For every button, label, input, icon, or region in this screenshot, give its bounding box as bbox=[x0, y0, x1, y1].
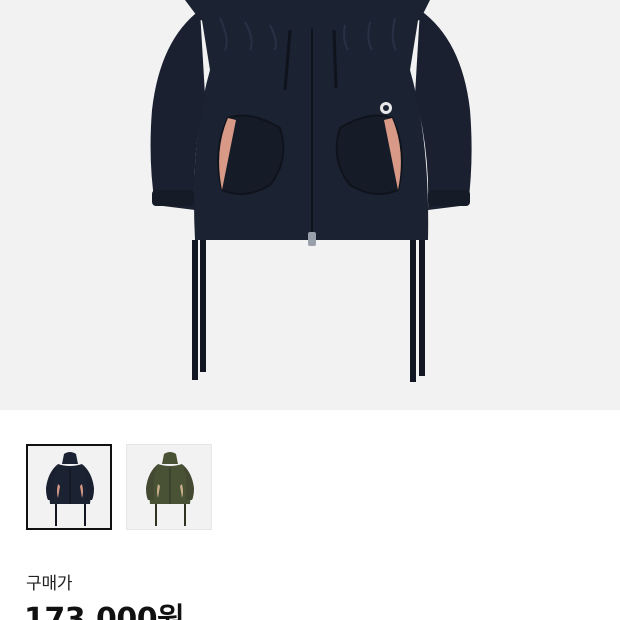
variant-thumbnail-khaki[interactable] bbox=[126, 444, 212, 530]
navy-jacket-thumbnail-icon bbox=[46, 452, 94, 526]
variant-thumbnail-navy[interactable] bbox=[26, 444, 112, 530]
khaki-jacket-thumbnail-icon bbox=[146, 452, 194, 526]
purchase-price-value: 173,000원 bbox=[24, 602, 185, 620]
product-hero-image bbox=[0, 0, 620, 410]
product-detail-page: 구매가 173,000원 bbox=[0, 0, 620, 620]
navy-jacket-image bbox=[150, 0, 472, 382]
purchase-price-label: 구매가 bbox=[26, 574, 73, 594]
color-variant-list bbox=[26, 444, 212, 530]
